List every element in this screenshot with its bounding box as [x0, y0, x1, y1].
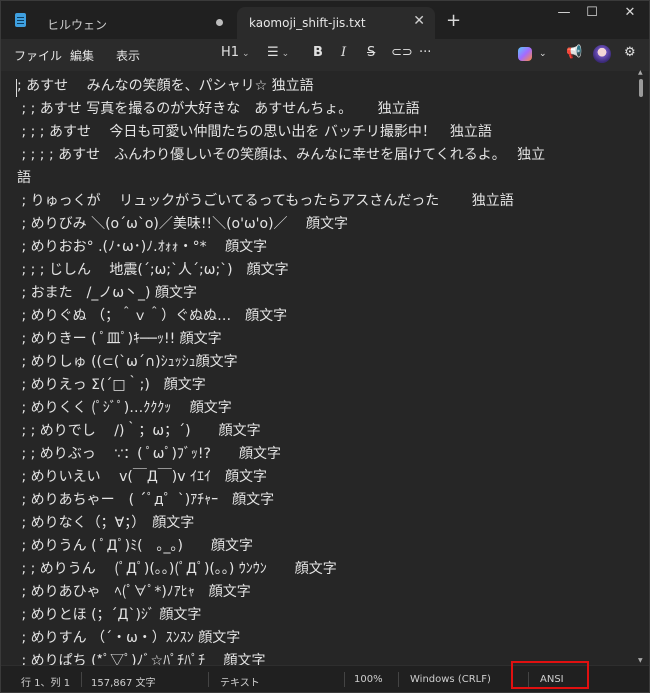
editor-line: ; めりくく (ﾟｼﾞﾟ)…ｸｸｸｯ 顔文字	[17, 400, 232, 416]
tab-hiruwen[interactable]: ヒルウェン	[35, 7, 235, 39]
editor-line: ; ; ; ; あすせ ふんわり優しいその笑顔は、みんなに幸せを届けてくれるよ。…	[17, 147, 546, 163]
status-divider	[344, 672, 345, 687]
editor-line: ; ; ; じしん 地震(´;ω;`人´;ω;`) 顔文字	[17, 262, 289, 278]
unsaved-dot-icon	[216, 19, 223, 26]
editor-line: ; めりなく（；∀；） 顔文字	[17, 515, 195, 531]
editor-line: ; めりとほ (；´Д`)ｼﾞ 顔文字	[17, 607, 202, 623]
editor-line: ; めりあひゃ ﾍ(ﾟ∀ﾟ*)ﾉｱﾋｬ 顔文字	[17, 584, 251, 600]
heading-label: H1	[221, 45, 240, 60]
editor-line: ; めりきー ( ﾟ皿ﾟ)ｷ──ｯ!! 顔文字	[17, 331, 222, 347]
editor-line: ; ; めりでし /)｀；ω；´) 顔文字	[17, 423, 261, 439]
editor-line: ; めりしゅ ((⊂(`ω´∩)ｼｭｯｼｭ顔文字	[17, 354, 238, 370]
italic-button[interactable]: I	[341, 45, 346, 60]
status-divider	[398, 672, 399, 687]
gear-icon[interactable]: ⚙	[624, 45, 636, 60]
editor-line: ; ; あすせ 写真を撮るのが大好きな あすせんちょ。 独立語	[17, 101, 420, 117]
strikethrough-button[interactable]: S	[367, 45, 375, 60]
chevron-down-icon: ⌄	[242, 49, 250, 59]
notepad-app-icon	[15, 13, 26, 27]
bold-button[interactable]: B	[313, 45, 323, 60]
chevron-down-icon[interactable]: ⌄	[539, 49, 547, 59]
zoom-level[interactable]: 100%	[354, 674, 383, 685]
tab-label: kaomoji_shift-jis.txt	[249, 16, 366, 30]
new-tab-button[interactable]: +	[446, 10, 461, 31]
editor-line: ; ; めりぶっ ∵：( ﾟωﾟ)ﾌﾞｯ!? 顔文字	[17, 446, 281, 462]
close-button[interactable]: ✕	[615, 5, 645, 20]
vertical-scrollbar[interactable]: ▲ ▼	[637, 69, 645, 664]
editor-line: ; めりぐぬ （；＾ｖ＾）ぐぬぬ… 顔文字	[17, 308, 288, 324]
status-divider	[81, 672, 82, 687]
editor-line: ; あすせ みんなの笑顔を、パシャリ☆ 独立語	[17, 78, 314, 94]
editor-line: ; めりうん ( ﾟДﾟ)ﾐ( ｡_｡) 顔文字	[17, 538, 253, 554]
tab-close-icon[interactable]: ✕	[413, 13, 425, 29]
menu-file[interactable]: ファイル	[14, 47, 62, 64]
menu-edit[interactable]: 編集	[70, 47, 94, 64]
editor-line: ; めりびみ ＼(o´ω`o)／美味!!＼(o'ω'o)／ 顔文字	[17, 216, 348, 232]
notepad-window: ヒルウェン kaomoji_shift-jis.txt ✕ + — ☐ ✕ ファ…	[0, 0, 650, 693]
menu-bar: ファイル 編集 表示 H1 ⌄ ☰ ⌄ B I S ⊂⊃ ··· ⌄ 📢 ⚙	[1, 39, 649, 71]
list-icon: ☰	[267, 45, 279, 60]
editor-line: ; ; めりうん (ﾟДﾟ)(｡｡)(ﾟДﾟ)(｡｡) ｳﾝｳﾝ 顔文字	[17, 561, 337, 577]
megaphone-icon[interactable]: 📢	[566, 45, 582, 60]
menu-view[interactable]: 表示	[116, 47, 140, 64]
status-divider	[208, 672, 209, 687]
editor-line: ; めりおお° .(ﾉ･ω･)ﾉ.ｵｫｫ・°* 顔文字	[17, 239, 268, 255]
more-options-button[interactable]: ···	[419, 45, 431, 60]
minimize-button[interactable]: —	[549, 5, 579, 20]
link-icon[interactable]: ⊂⊃	[391, 45, 413, 60]
chevron-down-icon: ⌄	[281, 49, 290, 59]
text-format[interactable]: テキスト	[220, 674, 260, 689]
heading-dropdown[interactable]: H1 ⌄	[221, 45, 250, 60]
editor-line: 語	[17, 170, 31, 186]
editor-line: ; りゅっくが リュックがうごいてるってもったらアスさんだった 独立語	[17, 193, 514, 209]
avatar[interactable]	[593, 45, 611, 63]
scroll-up-icon[interactable]: ▲	[638, 69, 643, 76]
title-bar: ヒルウェン kaomoji_shift-jis.txt ✕ + — ☐ ✕	[1, 1, 649, 39]
copilot-icon[interactable]	[518, 47, 532, 61]
tab-label: ヒルウェン	[47, 18, 108, 32]
editor-line: ; めりいえい v(￣Д￣)v ｲｴｲ 顔文字	[17, 469, 267, 485]
editor-line: ; おまた /_ノω丶_) 顔文字	[17, 285, 197, 301]
editor-line: ; めりえっ Σ(´□｀;) 顔文字	[17, 377, 206, 393]
editor-line: ; めりすん （´・ω・）ｽﾝｽﾝ 顔文字	[17, 630, 241, 646]
editor-line: ; めりあちゃー ( ´ﾟд゜`)ｱﾁｬｰ 顔文字	[17, 492, 275, 508]
editor-line: ; ; ; あすせ 今日も可愛い仲間たちの思い出を バッチリ撮影中！ 独立語	[17, 124, 492, 140]
char-count: 157,867 文字	[91, 678, 156, 689]
editor-content[interactable]: ; あすせ みんなの笑顔を、パシャリ☆ 独立語 ; ; あすせ 写真を撮るのが大…	[17, 75, 637, 673]
maximize-button[interactable]: ☐	[577, 5, 607, 20]
cursor-position: 行 1、列 1	[21, 678, 71, 689]
scroll-down-icon[interactable]: ▼	[638, 657, 643, 664]
scrollbar-thumb[interactable]	[639, 79, 643, 97]
list-dropdown[interactable]: ☰ ⌄	[267, 45, 289, 60]
tab-kaomoji[interactable]: kaomoji_shift-jis.txt ✕	[237, 7, 435, 39]
encoding-highlight-box	[511, 661, 589, 689]
line-ending[interactable]: Windows (CRLF)	[410, 674, 491, 685]
